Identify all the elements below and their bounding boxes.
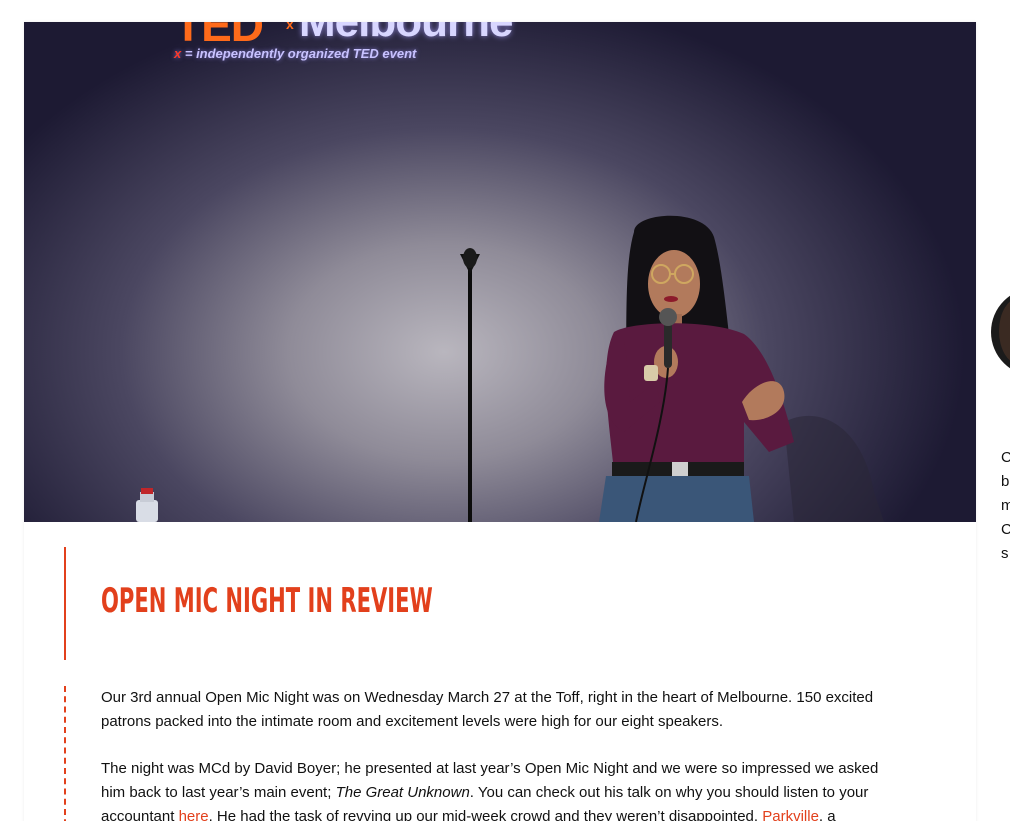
parkville-link[interactable]: Parkville bbox=[762, 808, 819, 821]
ted-logo-tagline: x = independently organized TED event bbox=[174, 46, 416, 61]
bio-line: C bbox=[1001, 521, 1010, 538]
ted-logo: TED bbox=[174, 22, 264, 51]
author-avatar-face bbox=[999, 298, 1010, 364]
paragraph-mc: The night was MCd by David Boyer; he pre… bbox=[66, 757, 901, 821]
ted-logo-city: Melbourne bbox=[299, 22, 513, 44]
paragraph-intro: Our 3rd annual Open Mic Night was on Wed… bbox=[101, 689, 874, 730]
ted-logo-x: x bbox=[286, 22, 294, 32]
paragraph-mc-part4: , a bbox=[818, 808, 836, 821]
article-title: Open Mic Night in Review bbox=[101, 581, 433, 621]
author-avatar bbox=[991, 288, 1010, 376]
mic-stand bbox=[468, 270, 472, 522]
bio-line: C bbox=[1001, 449, 1010, 466]
article-title-block: Open Mic Night in Review bbox=[64, 547, 926, 660]
author-bio: C b m C s bbox=[1001, 446, 1010, 566]
water-bottle bbox=[136, 500, 158, 522]
event-name: The Great Unknown bbox=[335, 784, 470, 801]
bio-line: s bbox=[1001, 545, 1009, 562]
talk-link[interactable]: here bbox=[179, 808, 209, 821]
article-body: Our 3rd annual Open Mic Night was on Wed… bbox=[64, 686, 926, 821]
tagline-text: = independently organized TED event bbox=[184, 46, 417, 61]
bio-line: m bbox=[1001, 497, 1010, 514]
paragraph-mc-part3: . He had the task of revving up our mid-… bbox=[208, 808, 763, 821]
article-card: TED x Melbourne x = independently organi… bbox=[24, 22, 976, 821]
page: TED x Melbourne x = independently organi… bbox=[0, 0, 1010, 821]
stage-scene bbox=[136, 215, 884, 522]
tagline-prefix: x bbox=[174, 46, 182, 61]
bio-line: b bbox=[1001, 473, 1010, 490]
sidebar-author: C b m C s bbox=[986, 0, 1010, 821]
hero-photo: TED x Melbourne x = independently organi… bbox=[24, 22, 976, 522]
